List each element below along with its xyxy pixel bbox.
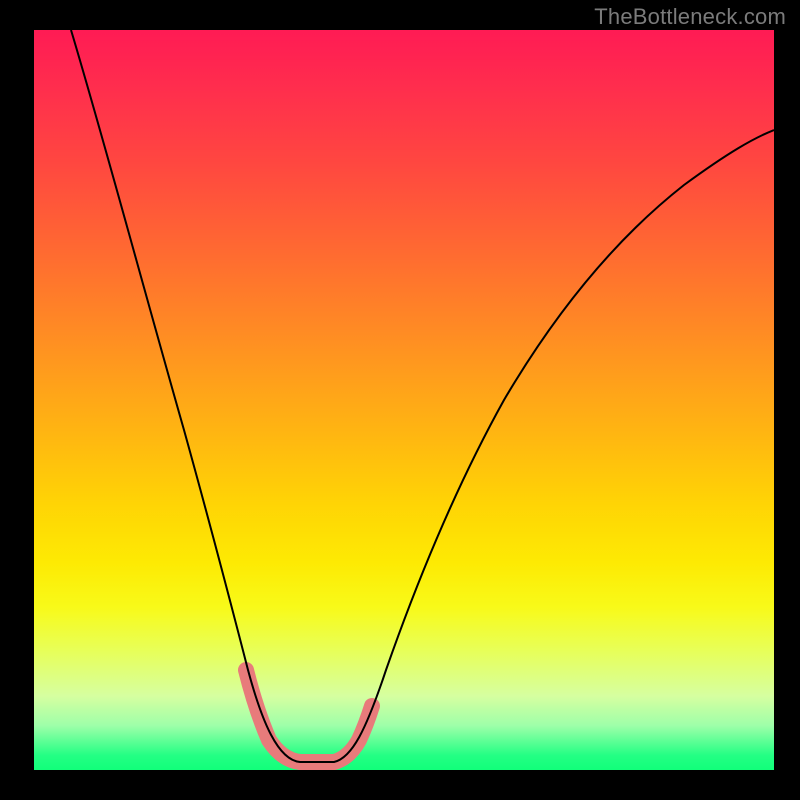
plot-area: [34, 30, 774, 770]
chart-stage: TheBottleneck.com: [0, 0, 800, 800]
bottleneck-curve: [71, 30, 774, 762]
curve-layer: [34, 30, 774, 770]
watermark-text: TheBottleneck.com: [594, 4, 786, 30]
